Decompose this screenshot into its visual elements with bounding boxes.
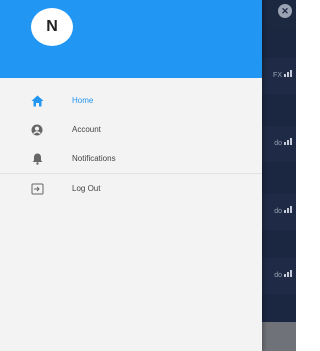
background-card-label: do [274,270,294,279]
screen: ✕ FX do do do N Home Account Notificatio… [0,0,296,351]
menu-item-label: Log Out [72,184,101,193]
bar-chart-icon [284,70,294,77]
navigation-drawer: N Home Account Notifications Log Out [0,0,262,351]
logout-icon [30,182,44,196]
drawer-menu: Home Account Notifications Log Out [0,86,262,203]
avatar[interactable]: N [31,8,73,46]
menu-item-label: Home [72,96,94,105]
bar-chart-icon [284,138,294,145]
menu-item-account[interactable]: Account [0,115,262,144]
drawer-header: N [0,0,262,78]
background-card-label: do [274,138,294,147]
bar-chart-icon [284,270,294,277]
menu-item-label: Notifications [72,154,116,163]
avatar-initial: N [46,18,58,35]
home-icon [30,94,44,108]
menu-item-logout[interactable]: Log Out [0,174,262,203]
menu-item-notifications[interactable]: Notifications [0,144,262,174]
bell-icon [30,152,44,166]
account-icon [30,123,44,137]
bar-chart-icon [284,206,294,213]
background-card-label: do [274,206,294,215]
background-card-label: FX [273,70,294,79]
menu-item-label: Account [72,125,101,134]
menu-item-home[interactable]: Home [0,86,262,115]
close-icon[interactable]: ✕ [278,4,292,18]
